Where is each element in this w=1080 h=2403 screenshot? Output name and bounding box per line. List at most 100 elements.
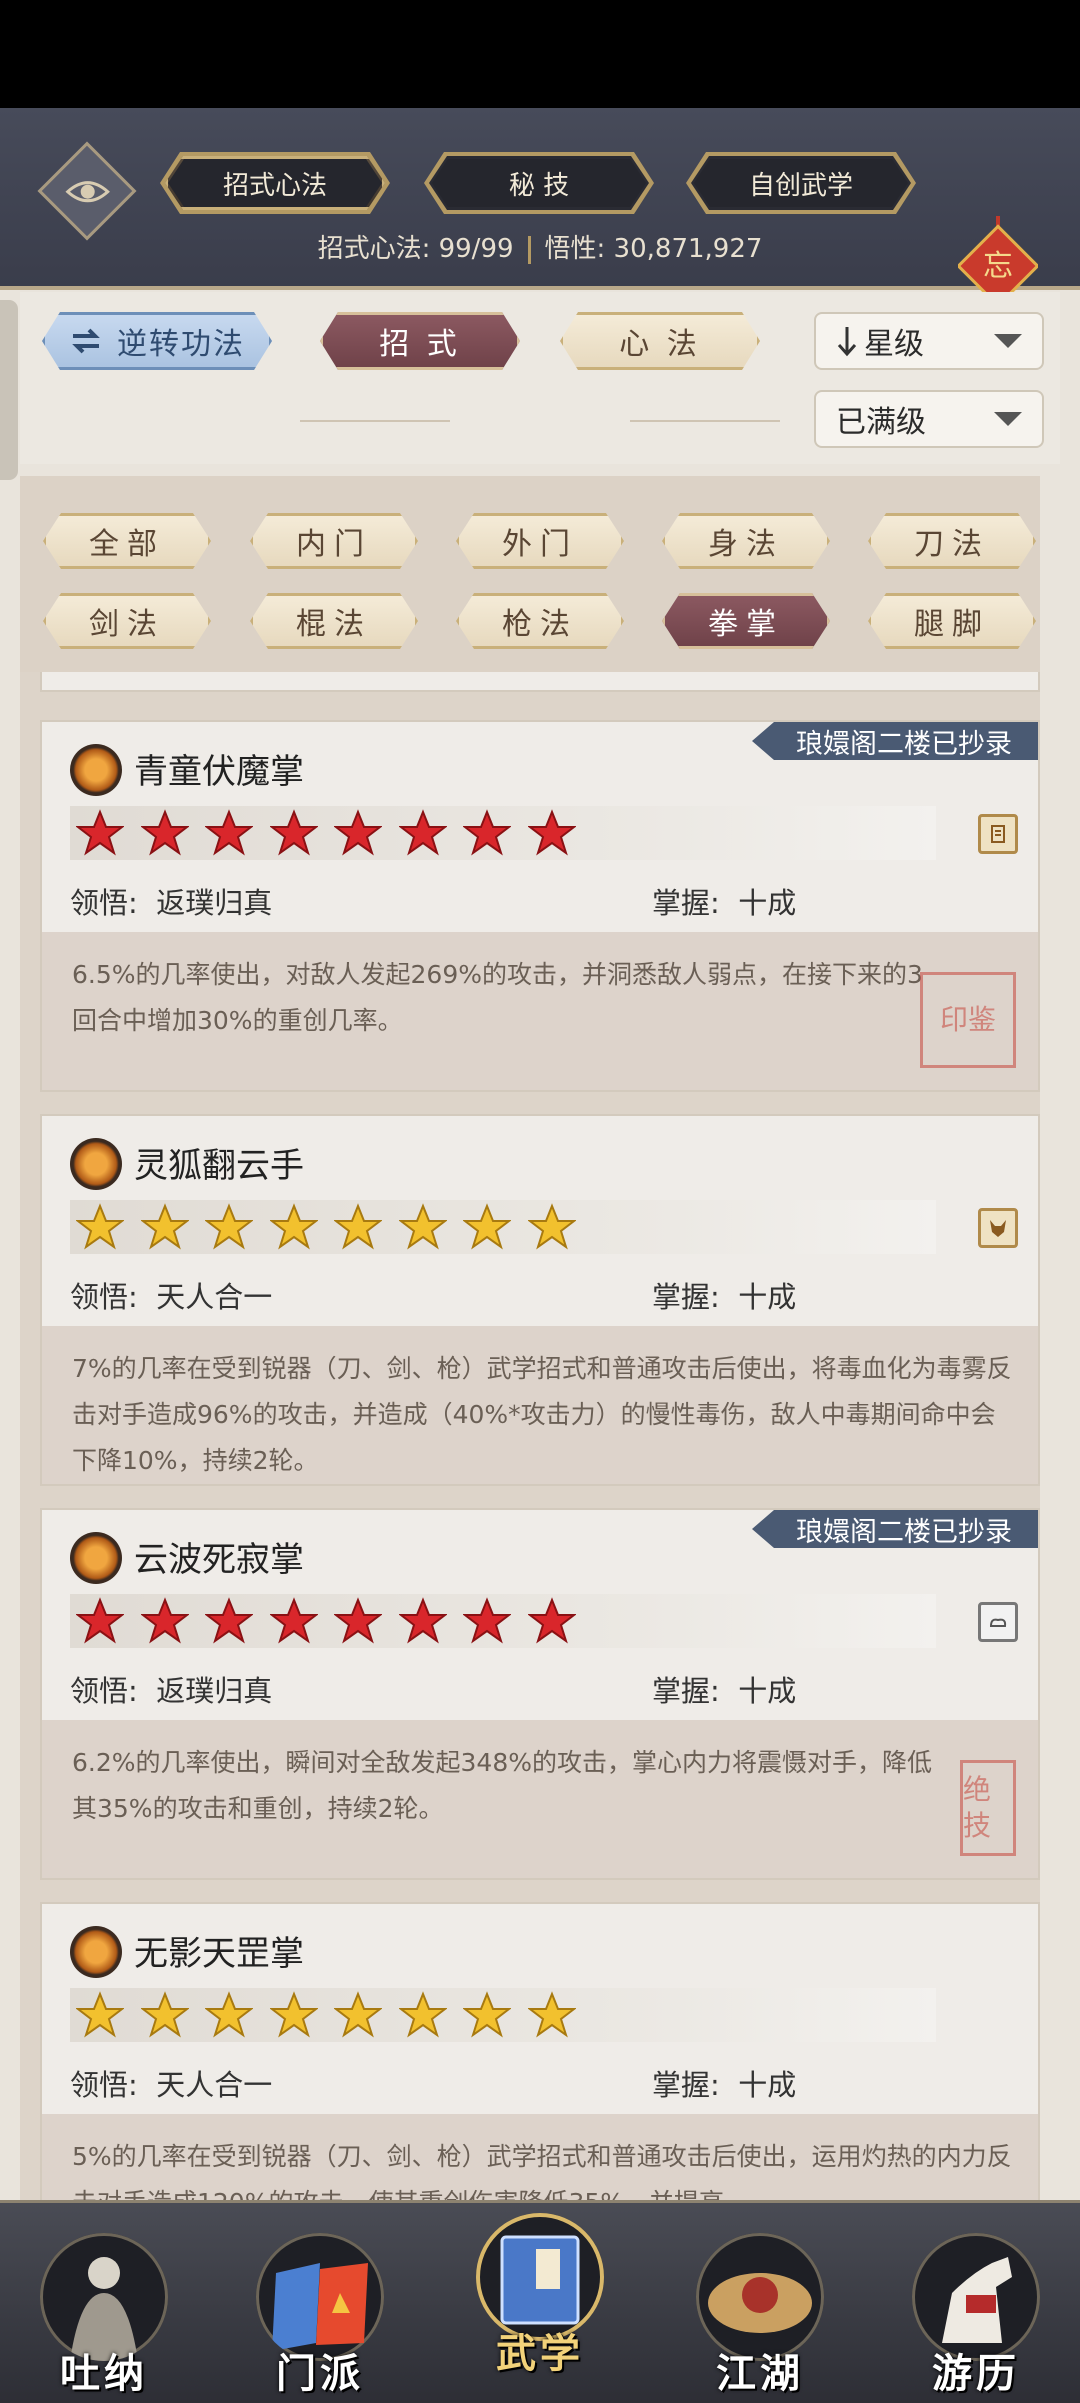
fox-icon[interactable] bbox=[978, 1208, 1018, 1248]
skill-card[interactable]: 云波死寂掌 琅嬛阁二楼已抄录 领悟: 返璞归真 掌握: 十成 6.2%的几率使出… bbox=[40, 1508, 1040, 1880]
skill-card[interactable]: 灵狐翻云手 领悟: 天人合一 掌握: 十成 7%的几率在受到锐器（刀、剑、枪）武… bbox=[40, 1114, 1040, 1486]
star-icon bbox=[527, 1991, 576, 2038]
seal-stamp-icon: 绝技 bbox=[960, 1760, 1016, 1856]
sort-dropdown[interactable]: 星级 bbox=[814, 312, 1044, 370]
tab-moves[interactable]: 招 式 bbox=[320, 312, 520, 370]
skill-description: 6.5%的几率使出，对敌人发起269%的攻击，并洞悉敌人弱点，在接下来的3回合中… bbox=[42, 932, 1038, 1090]
tab-secret-skills[interactable]: 秘 技 bbox=[429, 156, 649, 210]
mastery: 掌握: 十成 bbox=[652, 2062, 796, 2104]
category-label: 全部 bbox=[89, 527, 165, 562]
star-icon bbox=[398, 1991, 447, 2038]
category-label: 身法 bbox=[708, 527, 784, 562]
comprehension-label: 领悟: bbox=[70, 1280, 138, 1314]
skill-icon bbox=[70, 1926, 122, 1978]
copied-ribbon: 琅嬛阁二楼已抄录 bbox=[752, 1510, 1038, 1548]
ornament-divider bbox=[300, 420, 450, 422]
category-label: 剑法 bbox=[89, 607, 165, 642]
star-icon bbox=[76, 1597, 124, 1644]
star-icon bbox=[269, 1203, 318, 1250]
star-icon bbox=[76, 809, 124, 856]
nav-label: 吐纳 bbox=[60, 2351, 148, 2397]
mastery-value: 十成 bbox=[738, 886, 797, 920]
nav-label: 武学 bbox=[496, 2331, 584, 2377]
header-stats: 招式心法: 99/99 悟性: 30,871,927 bbox=[0, 228, 1080, 265]
swap-icon bbox=[69, 326, 103, 356]
status-bar bbox=[0, 0, 1080, 108]
eye-icon bbox=[65, 181, 110, 203]
skill-name: 灵狐翻云手 bbox=[134, 1146, 304, 1186]
category-fist-palm[interactable]: 拳掌 bbox=[662, 593, 830, 649]
star-icon bbox=[269, 1597, 318, 1644]
skill-list[interactable]: 青童伏魔掌 琅嬛阁二楼已抄录 领悟: 返璞归真 掌握: 十成 6.5%的几率使出… bbox=[20, 672, 1040, 2212]
skill-card[interactable]: 无影天罡掌 领悟: 天人合一 掌握: 十成 5%的几率在受到锐器（刀、剑、枪）武… bbox=[40, 1902, 1040, 2212]
star-icon bbox=[527, 1203, 576, 1250]
category-sword[interactable]: 剑法 bbox=[43, 593, 211, 649]
star-rating bbox=[70, 1988, 936, 2042]
tab-label: 招式心法 bbox=[222, 170, 327, 201]
star-icon bbox=[463, 1597, 511, 1644]
category-all[interactable]: 全部 bbox=[43, 513, 211, 569]
skill-desc-text: 6.2%的几率使出，瞬间对全敌发起348%的攻击，掌心内力将震慑对手，降低其35… bbox=[72, 1748, 932, 1823]
chevron-down-icon bbox=[994, 334, 1022, 348]
divider bbox=[527, 235, 531, 264]
knot-char: 忘 bbox=[983, 249, 1013, 284]
star-icon bbox=[398, 809, 447, 856]
star-icon bbox=[334, 1991, 382, 2038]
star-icon bbox=[334, 809, 382, 856]
nav-label: 江湖 bbox=[716, 2351, 804, 2397]
star-icon bbox=[140, 809, 189, 856]
nav-jianghu[interactable]: 江湖 bbox=[690, 2233, 830, 2397]
nav-martial-arts[interactable]: 武学 bbox=[470, 2213, 610, 2377]
tab-label: 自创武学 bbox=[748, 170, 853, 201]
view-toggle-button[interactable] bbox=[37, 141, 137, 241]
star-icon bbox=[140, 1203, 189, 1250]
skill-desc-text: 7%的几率在受到锐器（刀、剑、枪）武学招式和普通攻击后使出，将毒血化为毒雾反击对… bbox=[72, 1354, 1012, 1475]
star-icon bbox=[527, 809, 576, 856]
skill-name: 青童伏魔掌 bbox=[134, 752, 304, 792]
category-spear[interactable]: 枪法 bbox=[456, 593, 624, 649]
category-label: 腿脚 bbox=[914, 607, 990, 642]
category-movement[interactable]: 身法 bbox=[662, 513, 830, 569]
star-icon bbox=[140, 1597, 189, 1644]
level-filter-dropdown[interactable]: 已满级 bbox=[814, 390, 1044, 448]
comprehension: 领悟: 天人合一 bbox=[70, 2062, 272, 2104]
tab-moves-methods[interactable]: 招式心法 bbox=[165, 156, 385, 210]
star-icon bbox=[527, 1597, 576, 1644]
category-inner[interactable]: 内门 bbox=[250, 513, 418, 569]
skill-name: 云波死寂掌 bbox=[134, 1540, 304, 1580]
arrow-down-icon bbox=[837, 327, 857, 357]
category-label: 棍法 bbox=[296, 607, 372, 642]
star-icon bbox=[205, 809, 253, 856]
star-icon bbox=[463, 1203, 511, 1250]
nav-sect[interactable]: 门派 bbox=[250, 2233, 390, 2397]
category-label: 内门 bbox=[296, 527, 372, 562]
scroll-icon[interactable] bbox=[978, 814, 1018, 854]
star-icon bbox=[76, 1991, 124, 2038]
skill-description: 7%的几率在受到锐器（刀、剑、枪）武学招式和普通攻击后使出，将毒血化为毒雾反击对… bbox=[42, 1326, 1038, 1484]
category-outer[interactable]: 外门 bbox=[456, 513, 624, 569]
skill-name: 无影天罡掌 bbox=[134, 1934, 304, 1974]
chevron-down-icon bbox=[994, 412, 1022, 426]
category-staff[interactable]: 棍法 bbox=[250, 593, 418, 649]
cloud-icon[interactable] bbox=[978, 1602, 1018, 1642]
copied-ribbon: 琅嬛阁二楼已抄录 bbox=[752, 722, 1038, 760]
filter-value: 已满级 bbox=[836, 405, 926, 440]
nav-label: 游历 bbox=[932, 2351, 1020, 2397]
comprehension: 领悟: 返璞归真 bbox=[70, 1668, 272, 1710]
nav-breathing[interactable]: 吐纳 bbox=[34, 2233, 174, 2397]
comprehension: 领悟: 天人合一 bbox=[70, 1274, 272, 1316]
category-leg[interactable]: 腿脚 bbox=[868, 593, 1036, 649]
nav-label: 门派 bbox=[276, 2351, 364, 2397]
tab-custom-martial[interactable]: 自创武学 bbox=[691, 156, 911, 210]
tab-methods[interactable]: 心 法 bbox=[560, 312, 760, 370]
category-blade[interactable]: 刀法 bbox=[868, 513, 1036, 569]
skill-icon bbox=[70, 1138, 122, 1190]
reverse-technique-button[interactable]: 逆转功法 bbox=[42, 312, 272, 370]
nav-travel[interactable]: 游历 bbox=[906, 2233, 1046, 2397]
mastery-value: 十成 bbox=[738, 1280, 797, 1314]
ornament-divider bbox=[630, 420, 780, 422]
mastery: 掌握: 十成 bbox=[652, 1668, 796, 1710]
skill-icon bbox=[70, 744, 122, 796]
side-scroll-handle[interactable] bbox=[0, 300, 18, 480]
skill-card[interactable]: 青童伏魔掌 琅嬛阁二楼已抄录 领悟: 返璞归真 掌握: 十成 6.5%的几率使出… bbox=[40, 720, 1040, 1092]
